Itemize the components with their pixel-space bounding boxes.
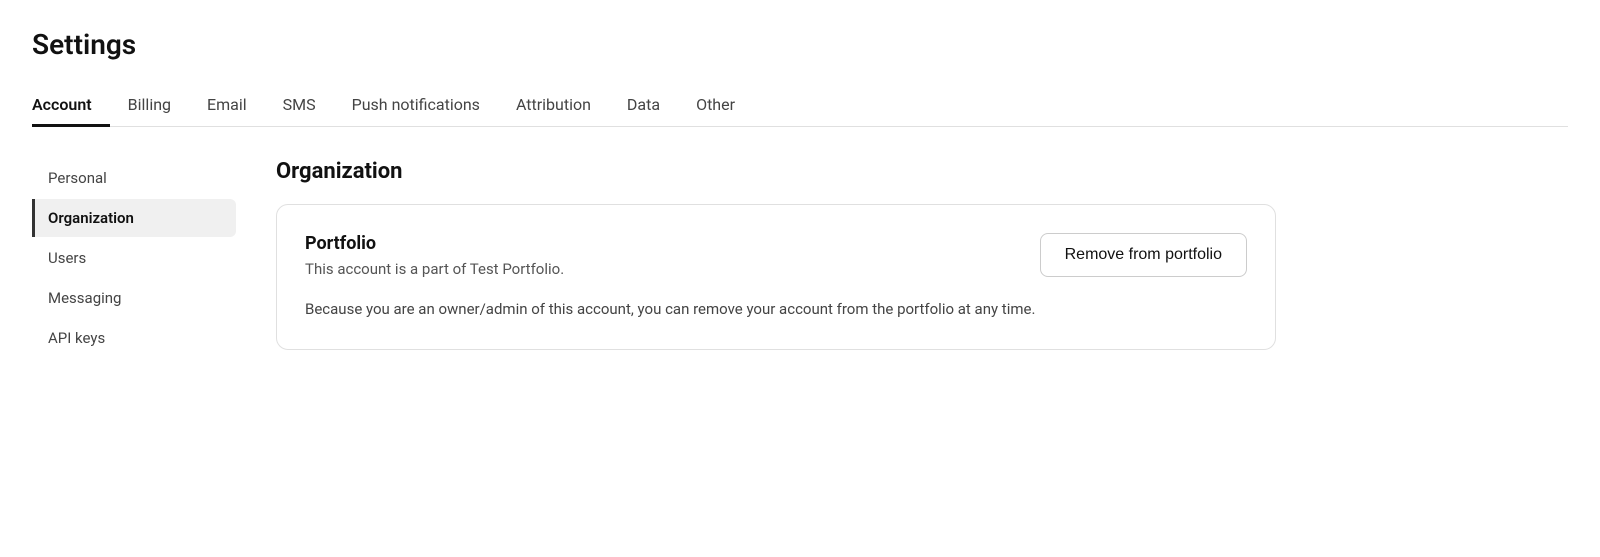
sidebar-item-personal[interactable]: Personal	[32, 159, 236, 197]
portfolio-description: This account is a part of Test Portfolio…	[305, 260, 1008, 278]
tab-billing[interactable]: Billing	[110, 85, 189, 127]
tab-push-notifications[interactable]: Push notifications	[334, 85, 498, 127]
tab-attribution[interactable]: Attribution	[498, 85, 609, 127]
sidebar-item-organization[interactable]: Organization	[32, 199, 236, 237]
tab-sms[interactable]: SMS	[265, 85, 334, 127]
page-title: Settings	[32, 28, 1568, 61]
main-content: Organization Portfolio This account is a…	[252, 159, 1568, 359]
portfolio-note: Because you are an owner/admin of this a…	[305, 298, 1247, 321]
top-nav: Account Billing Email SMS Push notificat…	[32, 85, 1568, 127]
tab-data[interactable]: Data	[609, 85, 678, 127]
portfolio-card: Portfolio This account is a part of Test…	[276, 204, 1276, 350]
tab-account[interactable]: Account	[32, 85, 110, 127]
tab-email[interactable]: Email	[189, 85, 265, 127]
section-title: Organization	[276, 159, 1568, 184]
portfolio-title: Portfolio	[305, 233, 1008, 254]
sidebar-item-api-keys[interactable]: API keys	[32, 319, 236, 357]
sidebar: Personal Organization Users Messaging AP…	[32, 159, 252, 359]
tab-other[interactable]: Other	[678, 85, 753, 127]
remove-from-portfolio-button[interactable]: Remove from portfolio	[1040, 233, 1247, 277]
sidebar-item-messaging[interactable]: Messaging	[32, 279, 236, 317]
portfolio-info: Portfolio This account is a part of Test…	[305, 233, 1008, 278]
sidebar-item-users[interactable]: Users	[32, 239, 236, 277]
